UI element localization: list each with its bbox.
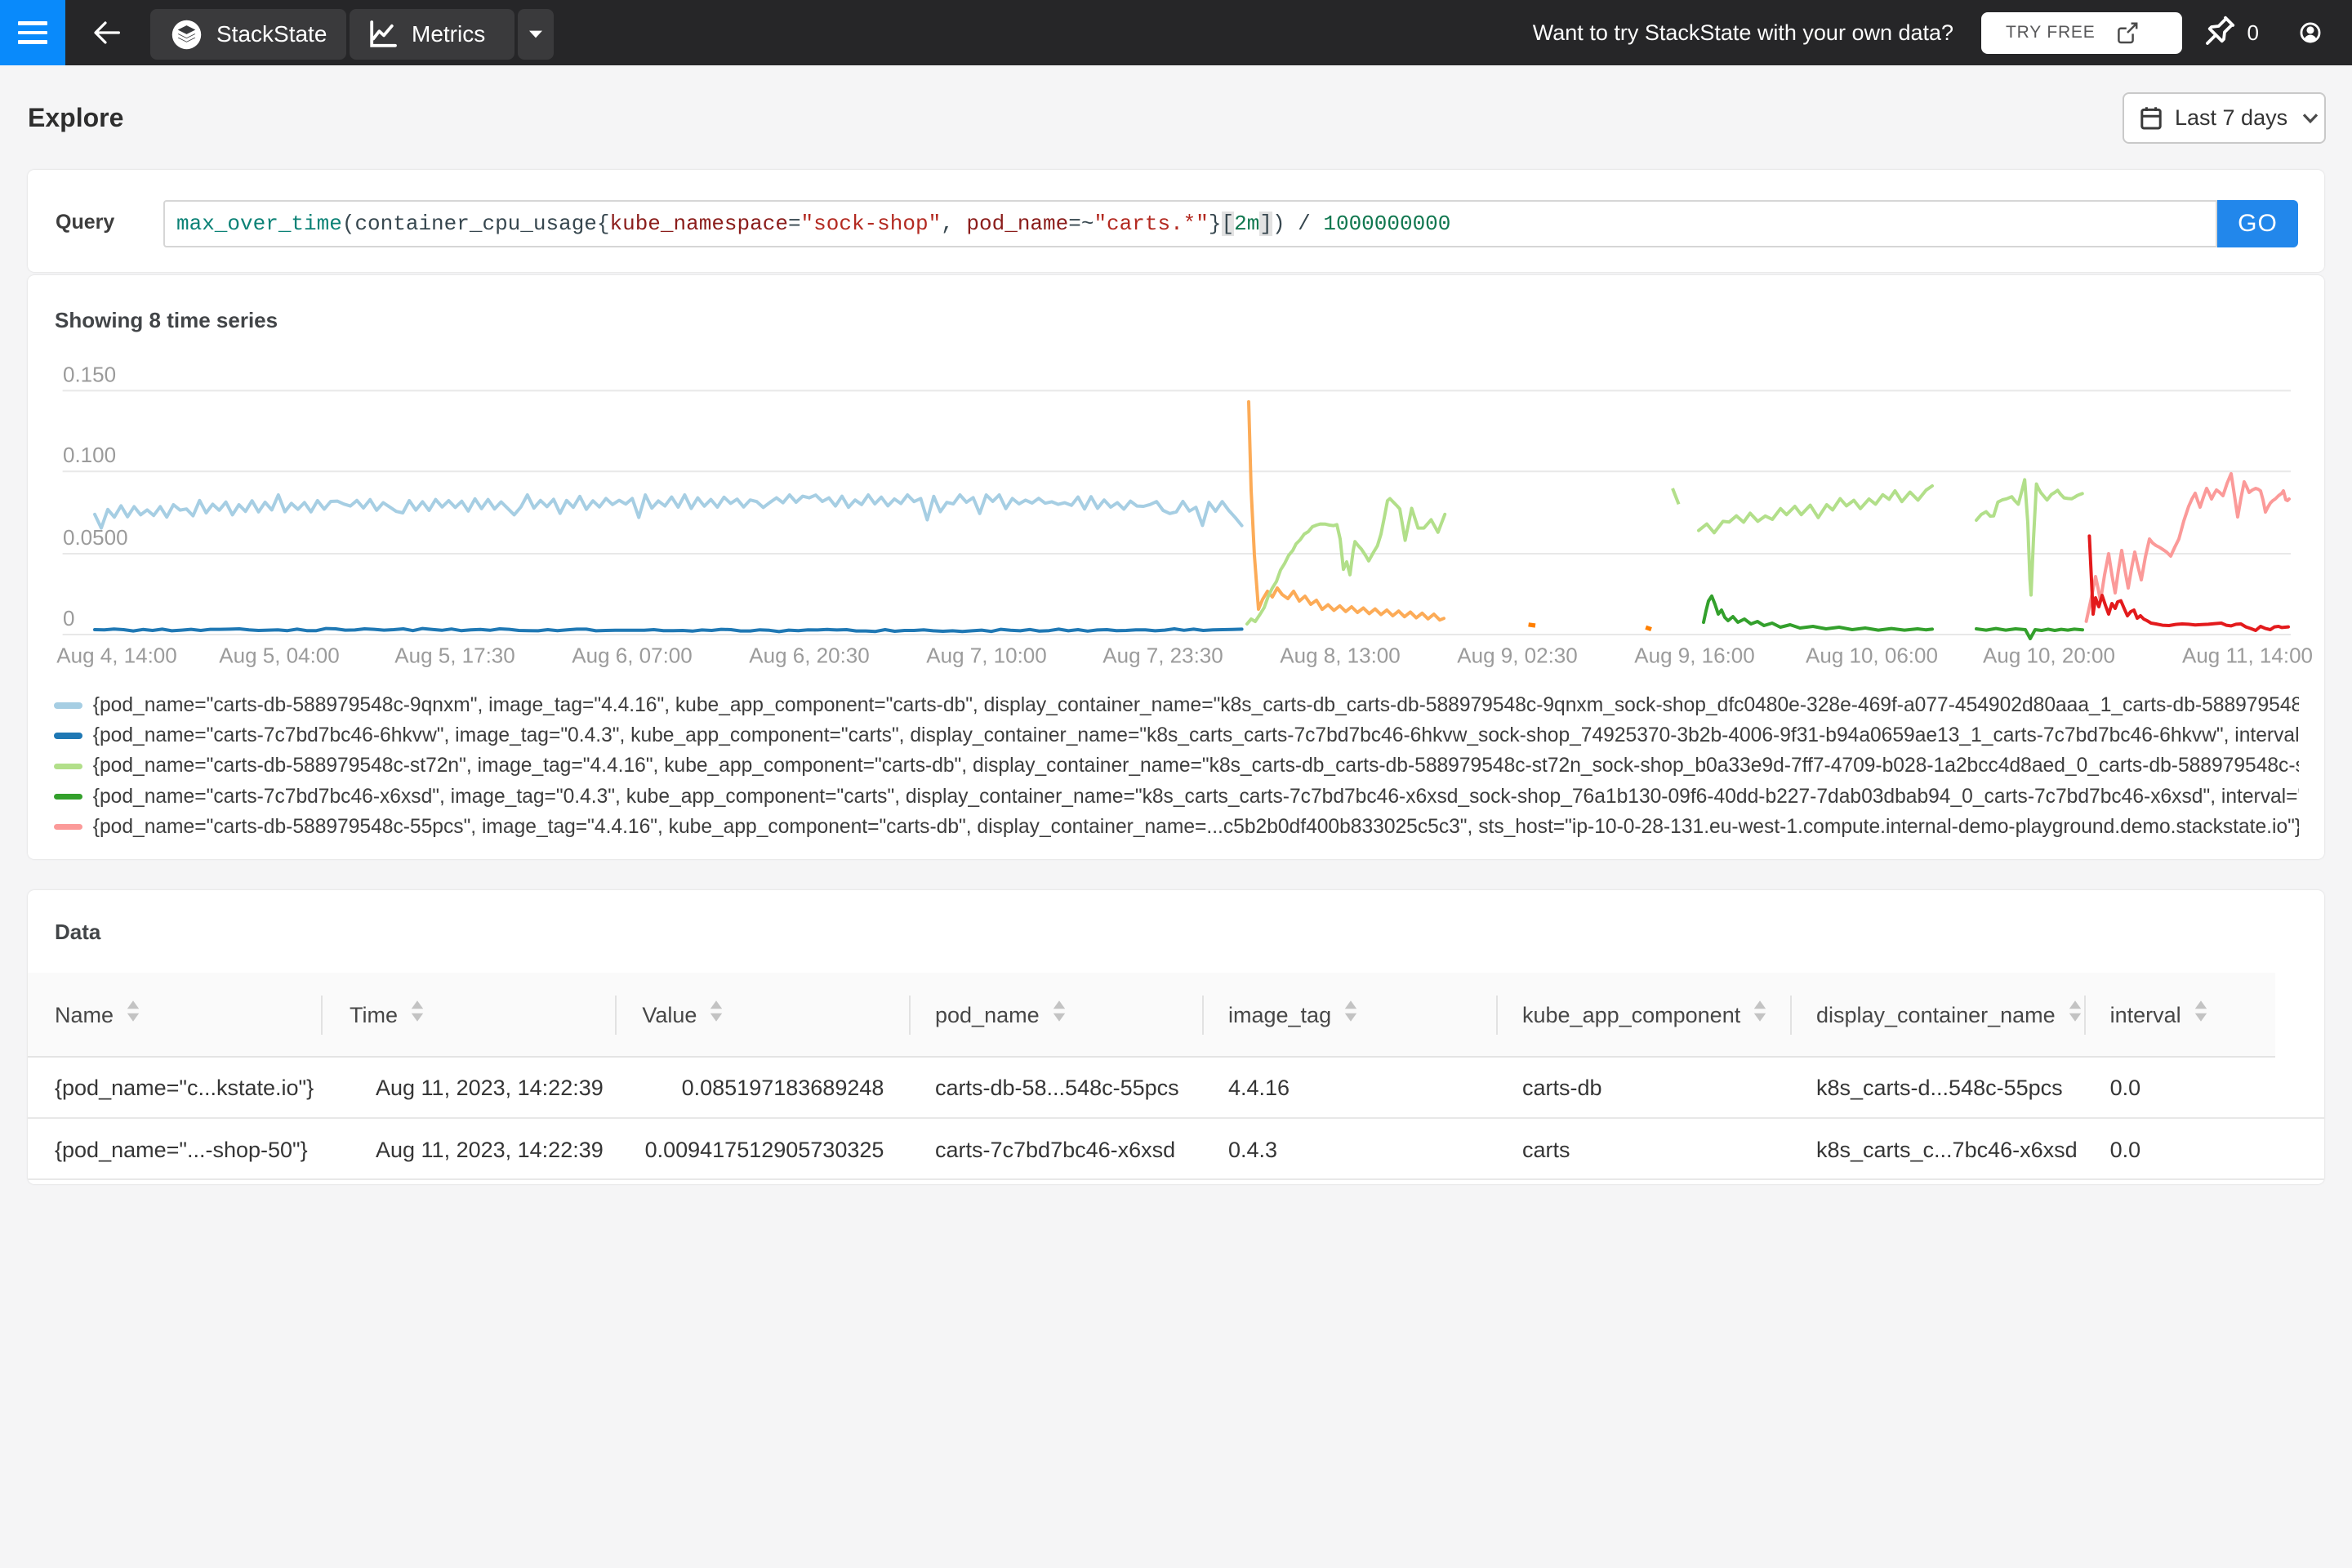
svg-text:Aug 9, 16:00: Aug 9, 16:00 (1634, 644, 1754, 668)
svg-text:0.0500: 0.0500 (63, 525, 128, 550)
svg-text:Aug 11, 14:00: Aug 11, 14:00 (2182, 644, 2313, 668)
svg-text:Aug 5, 04:00: Aug 5, 04:00 (219, 644, 339, 668)
svg-text:Aug 6, 20:30: Aug 6, 20:30 (749, 644, 869, 668)
svg-text:Aug 7, 23:30: Aug 7, 23:30 (1102, 644, 1223, 668)
svg-text:Aug 9, 02:30: Aug 9, 02:30 (1457, 644, 1577, 668)
svg-text:0: 0 (63, 606, 74, 630)
svg-text:Aug 5, 17:30: Aug 5, 17:30 (394, 644, 514, 668)
svg-text:Aug 10, 20:00: Aug 10, 20:00 (1983, 644, 2115, 668)
svg-text:0.150: 0.150 (63, 362, 116, 386)
svg-text:Aug 4, 14:00: Aug 4, 14:00 (56, 644, 176, 668)
svg-text:Aug 7, 10:00: Aug 7, 10:00 (926, 644, 1046, 668)
svg-text:Aug 8, 13:00: Aug 8, 13:00 (1280, 644, 1400, 668)
svg-text:Aug 6, 07:00: Aug 6, 07:00 (572, 644, 692, 668)
svg-text:0.100: 0.100 (63, 443, 116, 467)
svg-text:Aug 10, 06:00: Aug 10, 06:00 (1806, 644, 1938, 668)
